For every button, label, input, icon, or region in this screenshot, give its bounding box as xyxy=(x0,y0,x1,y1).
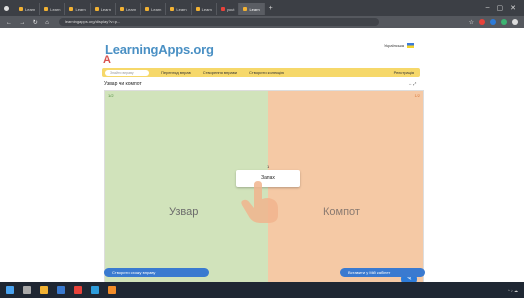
browser-tabbar: Learn Learn Learn Learn Learn Learn Learn Learn… xyxy=(0,0,524,16)
tab-favicon-icon xyxy=(69,7,74,11)
tab-favicon-icon xyxy=(94,7,99,11)
menu-browse[interactable]: Перегляд вправ xyxy=(161,70,191,75)
address-bar: ← → ↻ ⌂ learningapps.org/display?v=p... … xyxy=(0,16,524,28)
tab-label: Learn xyxy=(25,6,36,12)
card-counter: 1 xyxy=(267,164,270,169)
tab-label: Learn xyxy=(50,6,61,12)
close-icon[interactable]: ✕ xyxy=(510,4,516,12)
tab-label: Learn xyxy=(176,6,187,12)
flag-icon xyxy=(407,43,415,49)
right-zone-label: Компот xyxy=(323,206,360,218)
forward-icon[interactable]: → xyxy=(19,20,25,26)
extension-icon[interactable] xyxy=(479,18,485,25)
page-content: A LearningApps.org Українська Знайти впр… xyxy=(0,28,524,291)
tab-favicon-icon xyxy=(119,7,124,11)
menu-create[interactable]: Створення вправи xyxy=(203,70,237,75)
windows-start-icon[interactable] xyxy=(6,286,14,294)
browser-tab[interactable]: Learn xyxy=(65,3,91,15)
browser-menu-icon[interactable] xyxy=(4,5,9,11)
tab-label: Learn xyxy=(125,6,137,12)
tab-favicon-icon xyxy=(243,7,248,11)
tab-favicon-icon xyxy=(19,7,23,11)
tab-favicon-icon xyxy=(195,7,200,11)
home-icon[interactable]: ⌂ xyxy=(45,20,49,26)
drop-zone-right[interactable]: 1/2 Компот xyxy=(268,91,423,290)
site-menu: Знайти вправу Перегляд вправ Створення в… xyxy=(102,68,420,77)
browser-tab[interactable]: Learn xyxy=(15,3,41,15)
drag-hand-icon xyxy=(241,181,278,223)
browser-tab[interactable]: Learn xyxy=(91,3,116,15)
browser-tab[interactable]: Learn xyxy=(141,3,167,15)
left-zone-label: Узвар xyxy=(169,206,199,218)
extension-icon[interactable] xyxy=(501,18,507,25)
app-title: Узвар чи компот xyxy=(104,81,142,87)
game-area: 1/2 Узвар 1/2 Компот 1 Запах ✎ xyxy=(104,90,424,291)
fullscreen-icon[interactable]: ↔ ⤢ xyxy=(408,81,416,86)
app-taskbar-icon[interactable] xyxy=(108,286,116,294)
system-tray: ^ ♪ ☁ xyxy=(508,288,524,293)
tab-label: Learn xyxy=(100,6,111,12)
browser-tab[interactable]: Learn xyxy=(40,3,66,15)
back-icon[interactable]: ← xyxy=(6,20,12,26)
menu-my-apps[interactable]: Створити колекцію xyxy=(249,70,284,75)
browser-tab[interactable]: Learn xyxy=(166,3,192,15)
tab-strip: Learn Learn Learn Learn Learn Learn Learn Learn… xyxy=(15,1,265,15)
menu-register[interactable]: Реєстрація xyxy=(394,70,414,75)
browser-taskbar-icon[interactable] xyxy=(57,286,65,294)
tab-label: Learn xyxy=(151,6,162,12)
app-taskbar-icon[interactable] xyxy=(91,286,99,294)
browser-tab[interactable]: Learn xyxy=(239,3,265,15)
search-input[interactable]: Знайти вправу xyxy=(105,69,149,76)
create-similar-button[interactable]: Створити схожу вправу xyxy=(104,268,209,277)
os-taskbar: ^ ♪ ☁ xyxy=(0,282,524,298)
browser-tab[interactable]: yout xyxy=(217,3,240,15)
tab-favicon-icon xyxy=(170,7,175,11)
url-field[interactable]: learningapps.org/display?v=p... xyxy=(58,18,379,26)
maximize-icon[interactable]: ▢ xyxy=(497,4,504,12)
language-select[interactable]: Українська xyxy=(384,43,415,49)
extensions: ☆ xyxy=(469,18,524,26)
browser-tab[interactable]: Learn xyxy=(116,3,142,15)
extension-icon[interactable] xyxy=(490,18,496,25)
right-counter: 1/2 xyxy=(414,93,420,98)
left-counter: 1/2 xyxy=(108,93,114,98)
nav-buttons: ← → ↻ ⌂ xyxy=(6,19,55,26)
tray-icons[interactable]: ^ ♪ ☁ xyxy=(508,288,518,293)
file-explorer-icon[interactable] xyxy=(40,286,48,294)
app-taskbar-icon[interactable] xyxy=(74,286,82,294)
new-tab-button[interactable]: + xyxy=(269,5,273,12)
reload-icon[interactable]: ↻ xyxy=(33,20,38,26)
tab-favicon-icon xyxy=(220,7,225,11)
tab-favicon-icon xyxy=(145,7,150,11)
window-controls: – ▢ ✕ xyxy=(486,4,524,12)
profile-icon[interactable] xyxy=(512,18,518,25)
tab-label: Learn xyxy=(75,6,86,12)
site-logo[interactable]: LearningApps.org xyxy=(105,42,214,57)
tab-favicon-icon xyxy=(44,7,49,11)
bookmark-star-icon[interactable]: ☆ xyxy=(469,19,474,26)
tab-label: Learn xyxy=(249,6,260,12)
language-label: Українська xyxy=(384,43,405,48)
tab-label: yout xyxy=(226,6,235,12)
browser-tab[interactable]: Learn xyxy=(192,3,217,15)
tab-label: Learn xyxy=(201,6,212,12)
search-icon[interactable] xyxy=(23,286,31,294)
embed-button[interactable]: Вставити у Мій кабінет xyxy=(340,268,425,277)
minimize-icon[interactable]: – xyxy=(486,4,490,12)
